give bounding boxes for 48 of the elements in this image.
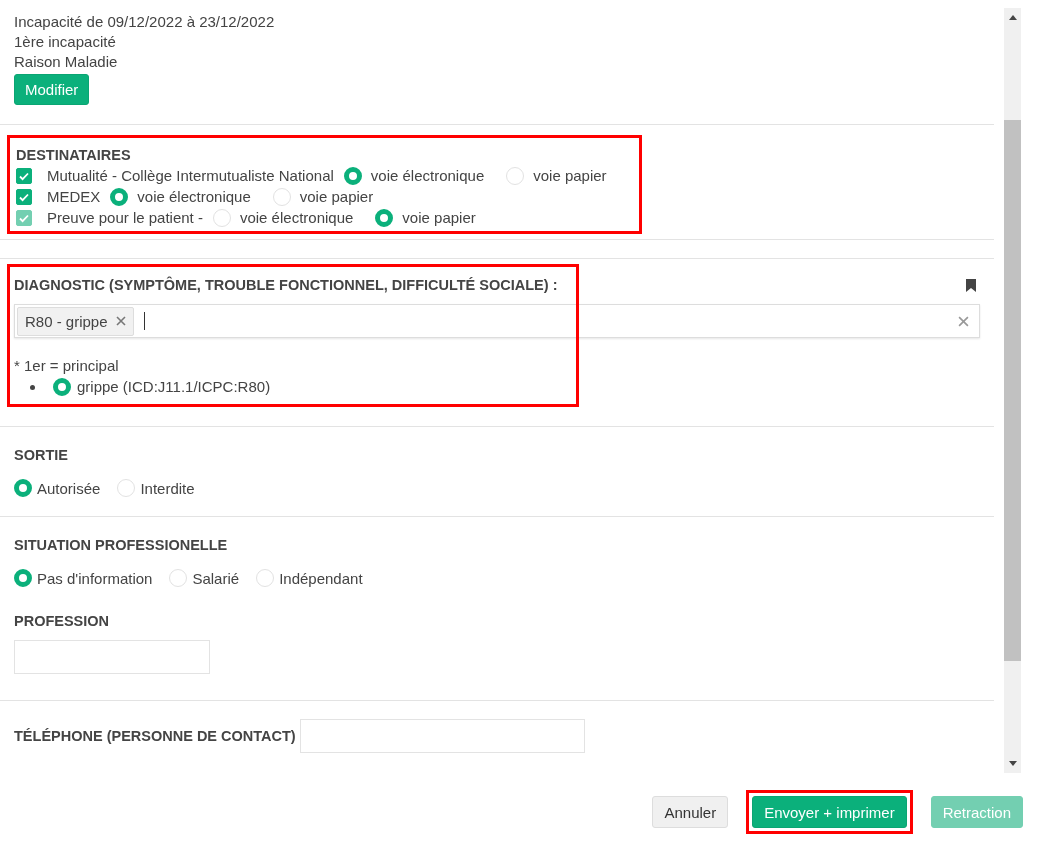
info-text: Raison Maladie	[14, 52, 119, 72]
radio-label: voie papier	[533, 166, 607, 186]
phone-field[interactable]	[299, 719, 585, 753]
radio-label: voie papier	[402, 208, 476, 228]
radio-button[interactable]	[110, 187, 129, 206]
clear-icon[interactable]	[958, 315, 969, 327]
section-title: PROFESSION	[14, 613, 111, 629]
section-title: SITUATION PROFESSIONELLE	[14, 537, 229, 553]
info-text: 1ère incapacité	[14, 32, 117, 52]
diagnosis-label: grippe (ICD:J11.1/ICPC:R80)	[77, 377, 271, 397]
radio-label: Pas d'information	[37, 569, 153, 587]
radio-label: voie électronique	[137, 187, 251, 207]
scrollbar-thumb[interactable]	[1004, 120, 1021, 661]
bookmark-icon[interactable]	[966, 278, 976, 292]
section-title: TÉLÉPHONE (PERSONNE DE CONTACT)	[14, 728, 296, 744]
note-text: * 1er = principal	[14, 356, 120, 376]
radio-button[interactable]	[53, 378, 71, 396]
text-cursor	[143, 312, 145, 330]
section-title: DESTINATAIRES	[16, 146, 132, 165]
radio-label: voie papier	[299, 187, 374, 207]
profession-field[interactable]	[14, 640, 210, 674]
recipient-label: Preuve pour le patient -	[47, 208, 203, 228]
recipient-label: Mutualité - Collège Intermutualiste National	[47, 166, 334, 186]
radio-label: Salarié	[192, 569, 240, 587]
bullet-icon	[30, 384, 35, 390]
tag-label: R80 - grippe	[25, 312, 108, 330]
checkbox[interactable]	[16, 188, 32, 205]
radio-label: voie électronique	[370, 166, 485, 186]
scrollbar[interactable]	[1004, 8, 1021, 773]
action-button[interactable]: Annuler	[652, 796, 729, 828]
info-text: Incapacité de 09/12/2022 à 23/12/2022	[14, 12, 276, 32]
tag-input-field[interactable]: R80 - grippe	[14, 304, 980, 338]
section-title: SORTIE	[14, 447, 69, 463]
radio-label: Autorisée	[37, 479, 101, 497]
radio-label: Interdite	[140, 479, 195, 497]
checkbox[interactable]	[16, 167, 32, 184]
section-title: DIAGNOSTIC (SYMPTÔME, TROUBLE FONCTIONNEL, DIFFICULTÉ SOCIALE) :	[14, 277, 558, 293]
remove-icon[interactable]	[115, 316, 126, 326]
radio-label: Indépendant	[279, 569, 363, 587]
scroll-down-icon[interactable]	[1008, 761, 1017, 766]
modify-button[interactable]: Modifier	[14, 74, 90, 105]
action-button[interactable]: Envoyer + imprimer	[752, 796, 907, 828]
radio-button[interactable]	[14, 479, 32, 497]
radio-button[interactable]	[14, 569, 32, 587]
recipient-label: MEDEX	[47, 187, 101, 207]
radio-button[interactable]	[343, 166, 362, 185]
scroll-up-icon[interactable]	[1008, 15, 1017, 20]
radio-label: voie électronique	[239, 208, 354, 228]
